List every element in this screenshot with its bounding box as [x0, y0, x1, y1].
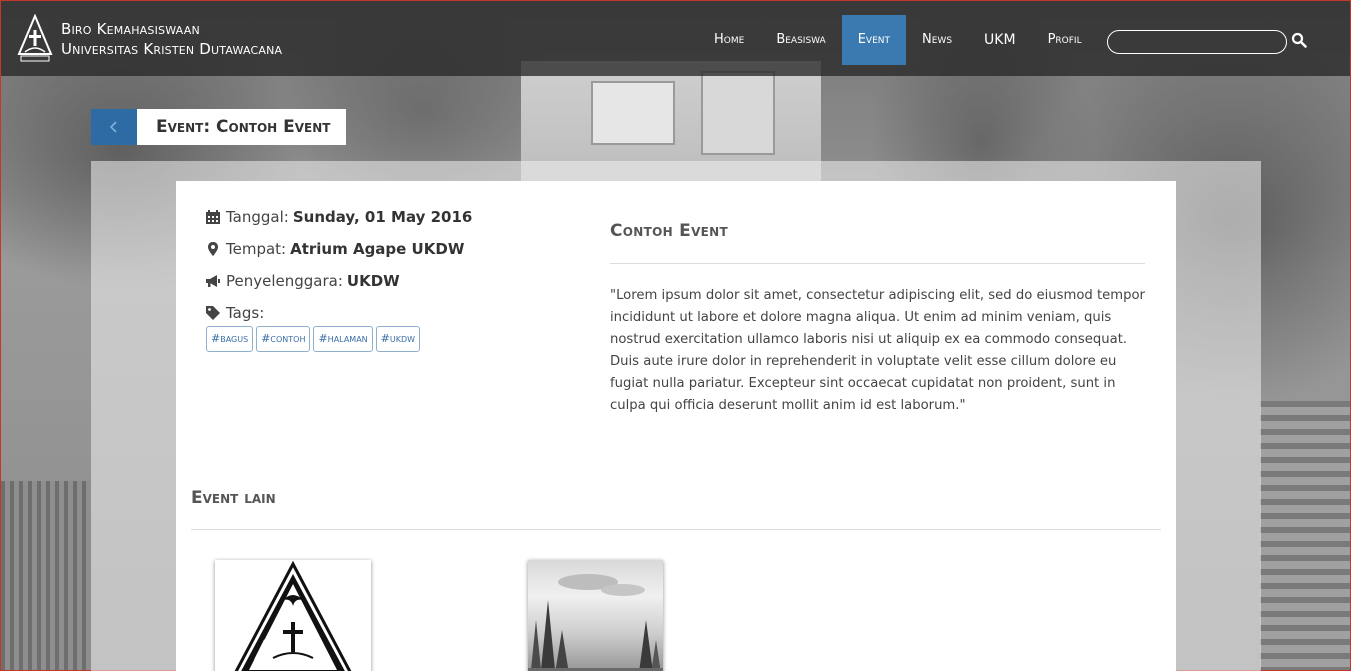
brand-text: Biro Kemahasiswaan Universitas Kristen D… [61, 19, 282, 59]
back-button[interactable] [91, 109, 137, 145]
calendar-icon [206, 210, 220, 224]
date-value: Sunday, 01 May 2016 [292, 208, 473, 226]
map-marker-icon [208, 242, 218, 256]
divider [610, 263, 1145, 264]
search-icon[interactable] [1291, 32, 1307, 48]
nav-ukm[interactable]: UKM [968, 15, 1032, 65]
tag-contoh[interactable]: #contoh [256, 326, 311, 352]
brand-line2: Universitas Kristen Dutawacana [61, 39, 283, 58]
meta-date: Tanggal: Sunday, 01 May 2016 [205, 201, 472, 233]
event-title: Contoh Event [610, 221, 728, 241]
meta-organizer: Penyelenggara: UKDW [205, 265, 472, 297]
chevron-left-icon [109, 121, 117, 133]
date-label: Tanggal: [226, 208, 289, 226]
other-events-title: Event lain [191, 488, 276, 508]
tag-list: #bagus #contoh #halaman #ukdw [206, 326, 423, 352]
meta-tags: Tags: [205, 297, 472, 329]
tag-halaman[interactable]: #halaman [313, 326, 373, 352]
tag-bagus[interactable]: #bagus [206, 326, 254, 352]
page-title: Event: Contoh Event [137, 109, 347, 145]
nav-beasiswa[interactable]: Beasiswa [760, 15, 841, 65]
search-input[interactable] [1107, 30, 1287, 54]
background-fence-left [1, 481, 91, 670]
ukdw-logo-image [234, 560, 352, 671]
nav-news[interactable]: News [906, 15, 968, 65]
event-description: "Lorem ipsum dolor sit amet, consectetur… [610, 288, 1145, 413]
main-nav: Home Beasiswa Event News UKM Profil [698, 15, 1098, 65]
background-fence-right [1260, 401, 1350, 670]
ukdw-logo-icon [17, 13, 53, 61]
place-label: Tempat: [226, 240, 287, 258]
brand-line1: Biro Kemahasiswaan [61, 19, 200, 38]
nav-event[interactable]: Event [841, 15, 907, 65]
other-event-thumbnail[interactable] [215, 560, 371, 671]
tag-ukdw[interactable]: #ukdw [375, 326, 421, 352]
meta-place: Tempat: Atrium Agape UKDW [205, 233, 472, 265]
divider [191, 529, 1161, 530]
nav-profil[interactable]: Profil [1032, 15, 1098, 65]
event-meta: Tanggal: Sunday, 01 May 2016 Tempat: Atr… [205, 201, 472, 329]
place-value: Atrium Agape UKDW [290, 240, 465, 258]
other-event-thumbnail[interactable] [528, 560, 663, 671]
nav-home[interactable]: Home [698, 15, 760, 65]
organizer-value: UKDW [346, 272, 400, 290]
tags-label: Tags: [226, 304, 265, 322]
navbar: Biro Kemahasiswaan Universitas Kristen D… [1, 1, 1350, 76]
trees-photo [528, 574, 663, 671]
organizer-label: Penyelenggara: [226, 272, 343, 290]
bullhorn-icon [206, 275, 220, 287]
brand[interactable]: Biro Kemahasiswaan Universitas Kristen D… [17, 13, 282, 64]
tag-icon [206, 306, 220, 320]
